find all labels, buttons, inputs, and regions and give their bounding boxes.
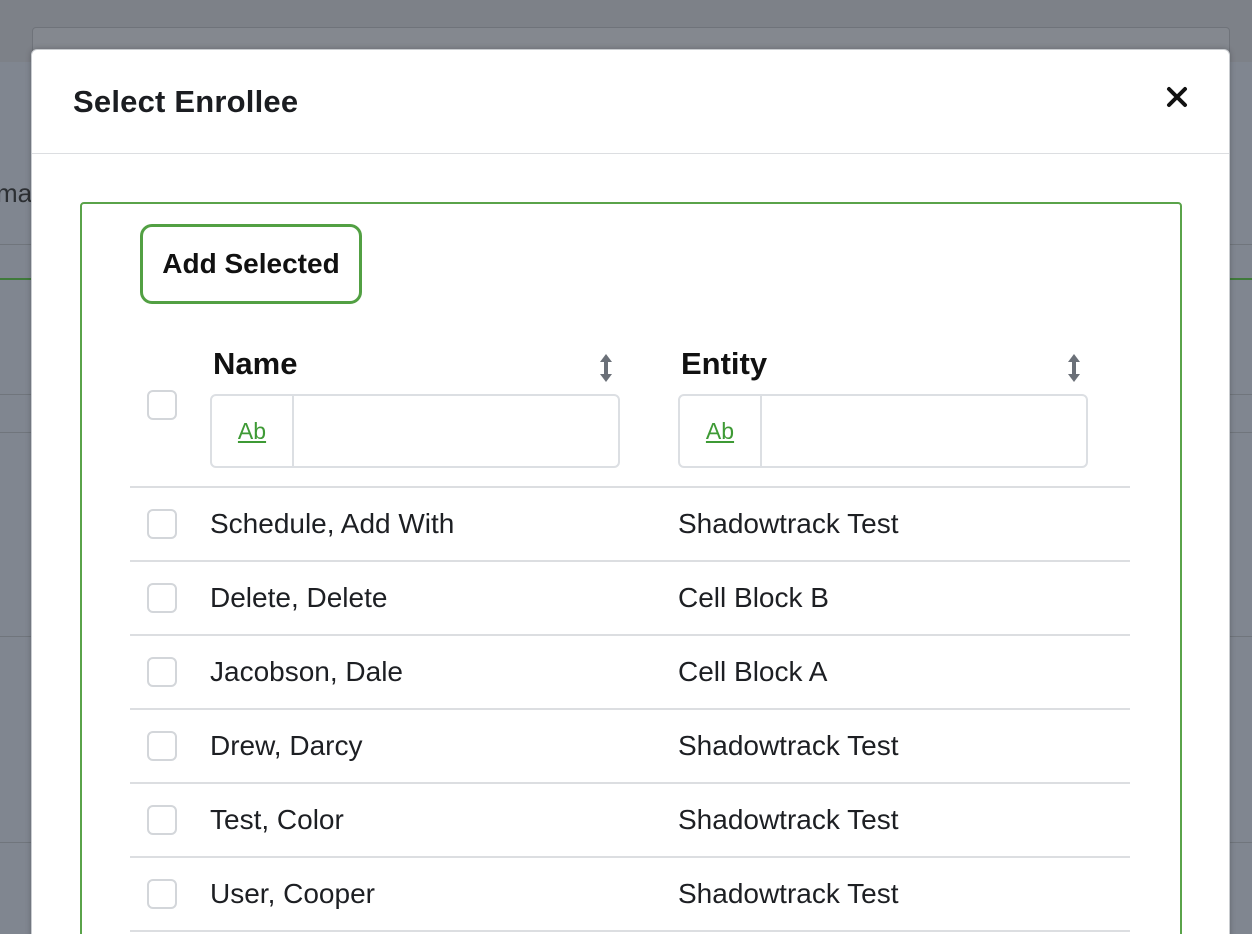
row-checkbox[interactable] xyxy=(147,583,177,613)
background-divider xyxy=(1229,842,1252,843)
entity-filter: Ab xyxy=(678,394,1088,468)
background-partial-text: ma xyxy=(0,178,33,208)
background-divider xyxy=(1229,244,1252,245)
modal-header: Select Enrollee xyxy=(32,50,1229,154)
select-all-checkbox[interactable] xyxy=(147,390,177,420)
cell-name: Jacobson, Dale xyxy=(210,656,404,687)
row-checkbox[interactable] xyxy=(147,805,177,835)
background-divider xyxy=(0,394,32,395)
column-header-entity[interactable]: Entity xyxy=(681,346,767,382)
background-divider-accent xyxy=(0,278,32,280)
cell-entity: Shadowtrack Test xyxy=(678,508,899,539)
background-divider xyxy=(0,432,32,433)
sort-icon[interactable] xyxy=(1065,352,1083,384)
name-filter-input[interactable] xyxy=(294,396,618,466)
table-row[interactable]: Schedule, Add With Shadowtrack Test xyxy=(130,488,1130,562)
background-divider xyxy=(1229,636,1252,637)
column-header-name[interactable]: Name xyxy=(213,346,297,382)
cell-name: Schedule, Add With xyxy=(210,508,455,539)
name-filter-mode-toggle[interactable]: Ab xyxy=(212,396,294,466)
background-divider xyxy=(1229,394,1252,395)
background-divider xyxy=(1229,432,1252,433)
cell-name: Drew, Darcy xyxy=(210,730,363,761)
table-row[interactable]: Jacobson, Dale Cell Block A xyxy=(130,636,1130,710)
name-filter: Ab xyxy=(210,394,620,468)
cell-entity: Shadowtrack Test xyxy=(678,804,899,835)
select-enrollee-modal: Select Enrollee Add Selected Name Ab Ent… xyxy=(31,49,1230,934)
cell-entity: Cell Block B xyxy=(678,582,829,613)
modal-title: Select Enrollee xyxy=(73,84,299,119)
sort-icon[interactable] xyxy=(597,352,615,384)
cell-name: User, Cooper xyxy=(210,878,375,909)
cell-name: Delete, Delete xyxy=(210,582,388,613)
row-checkbox[interactable] xyxy=(147,509,177,539)
cell-entity: Cell Block A xyxy=(678,656,828,687)
background-divider xyxy=(0,636,32,637)
table-row[interactable]: Test, Color Shadowtrack Test xyxy=(130,784,1130,858)
table-row[interactable]: User, Cooper Shadowtrack Test xyxy=(130,858,1130,932)
row-checkbox[interactable] xyxy=(147,657,177,687)
background-divider xyxy=(0,244,32,245)
background-divider-accent xyxy=(1229,278,1252,280)
cell-entity: Shadowtrack Test xyxy=(678,730,899,761)
entity-filter-input[interactable] xyxy=(762,396,1086,466)
cell-entity: Shadowtrack Test xyxy=(678,878,899,909)
row-checkbox[interactable] xyxy=(147,731,177,761)
close-icon xyxy=(1167,87,1187,107)
entity-filter-mode-toggle[interactable]: Ab xyxy=(680,396,762,466)
background-divider xyxy=(0,842,32,843)
row-checkbox[interactable] xyxy=(147,879,177,909)
close-button[interactable] xyxy=(1160,80,1194,114)
enrollee-rows: Schedule, Add With Shadowtrack Test Dele… xyxy=(130,488,1130,932)
add-selected-button[interactable]: Add Selected xyxy=(140,224,362,304)
enrollee-table-panel: Add Selected Name Ab Entity Ab Schedule,… xyxy=(80,202,1182,934)
select-all-checkbox-wrapper xyxy=(147,390,177,420)
cell-name: Test, Color xyxy=(210,804,344,835)
table-row[interactable]: Drew, Darcy Shadowtrack Test xyxy=(130,710,1130,784)
table-row[interactable]: Delete, Delete Cell Block B xyxy=(130,562,1130,636)
